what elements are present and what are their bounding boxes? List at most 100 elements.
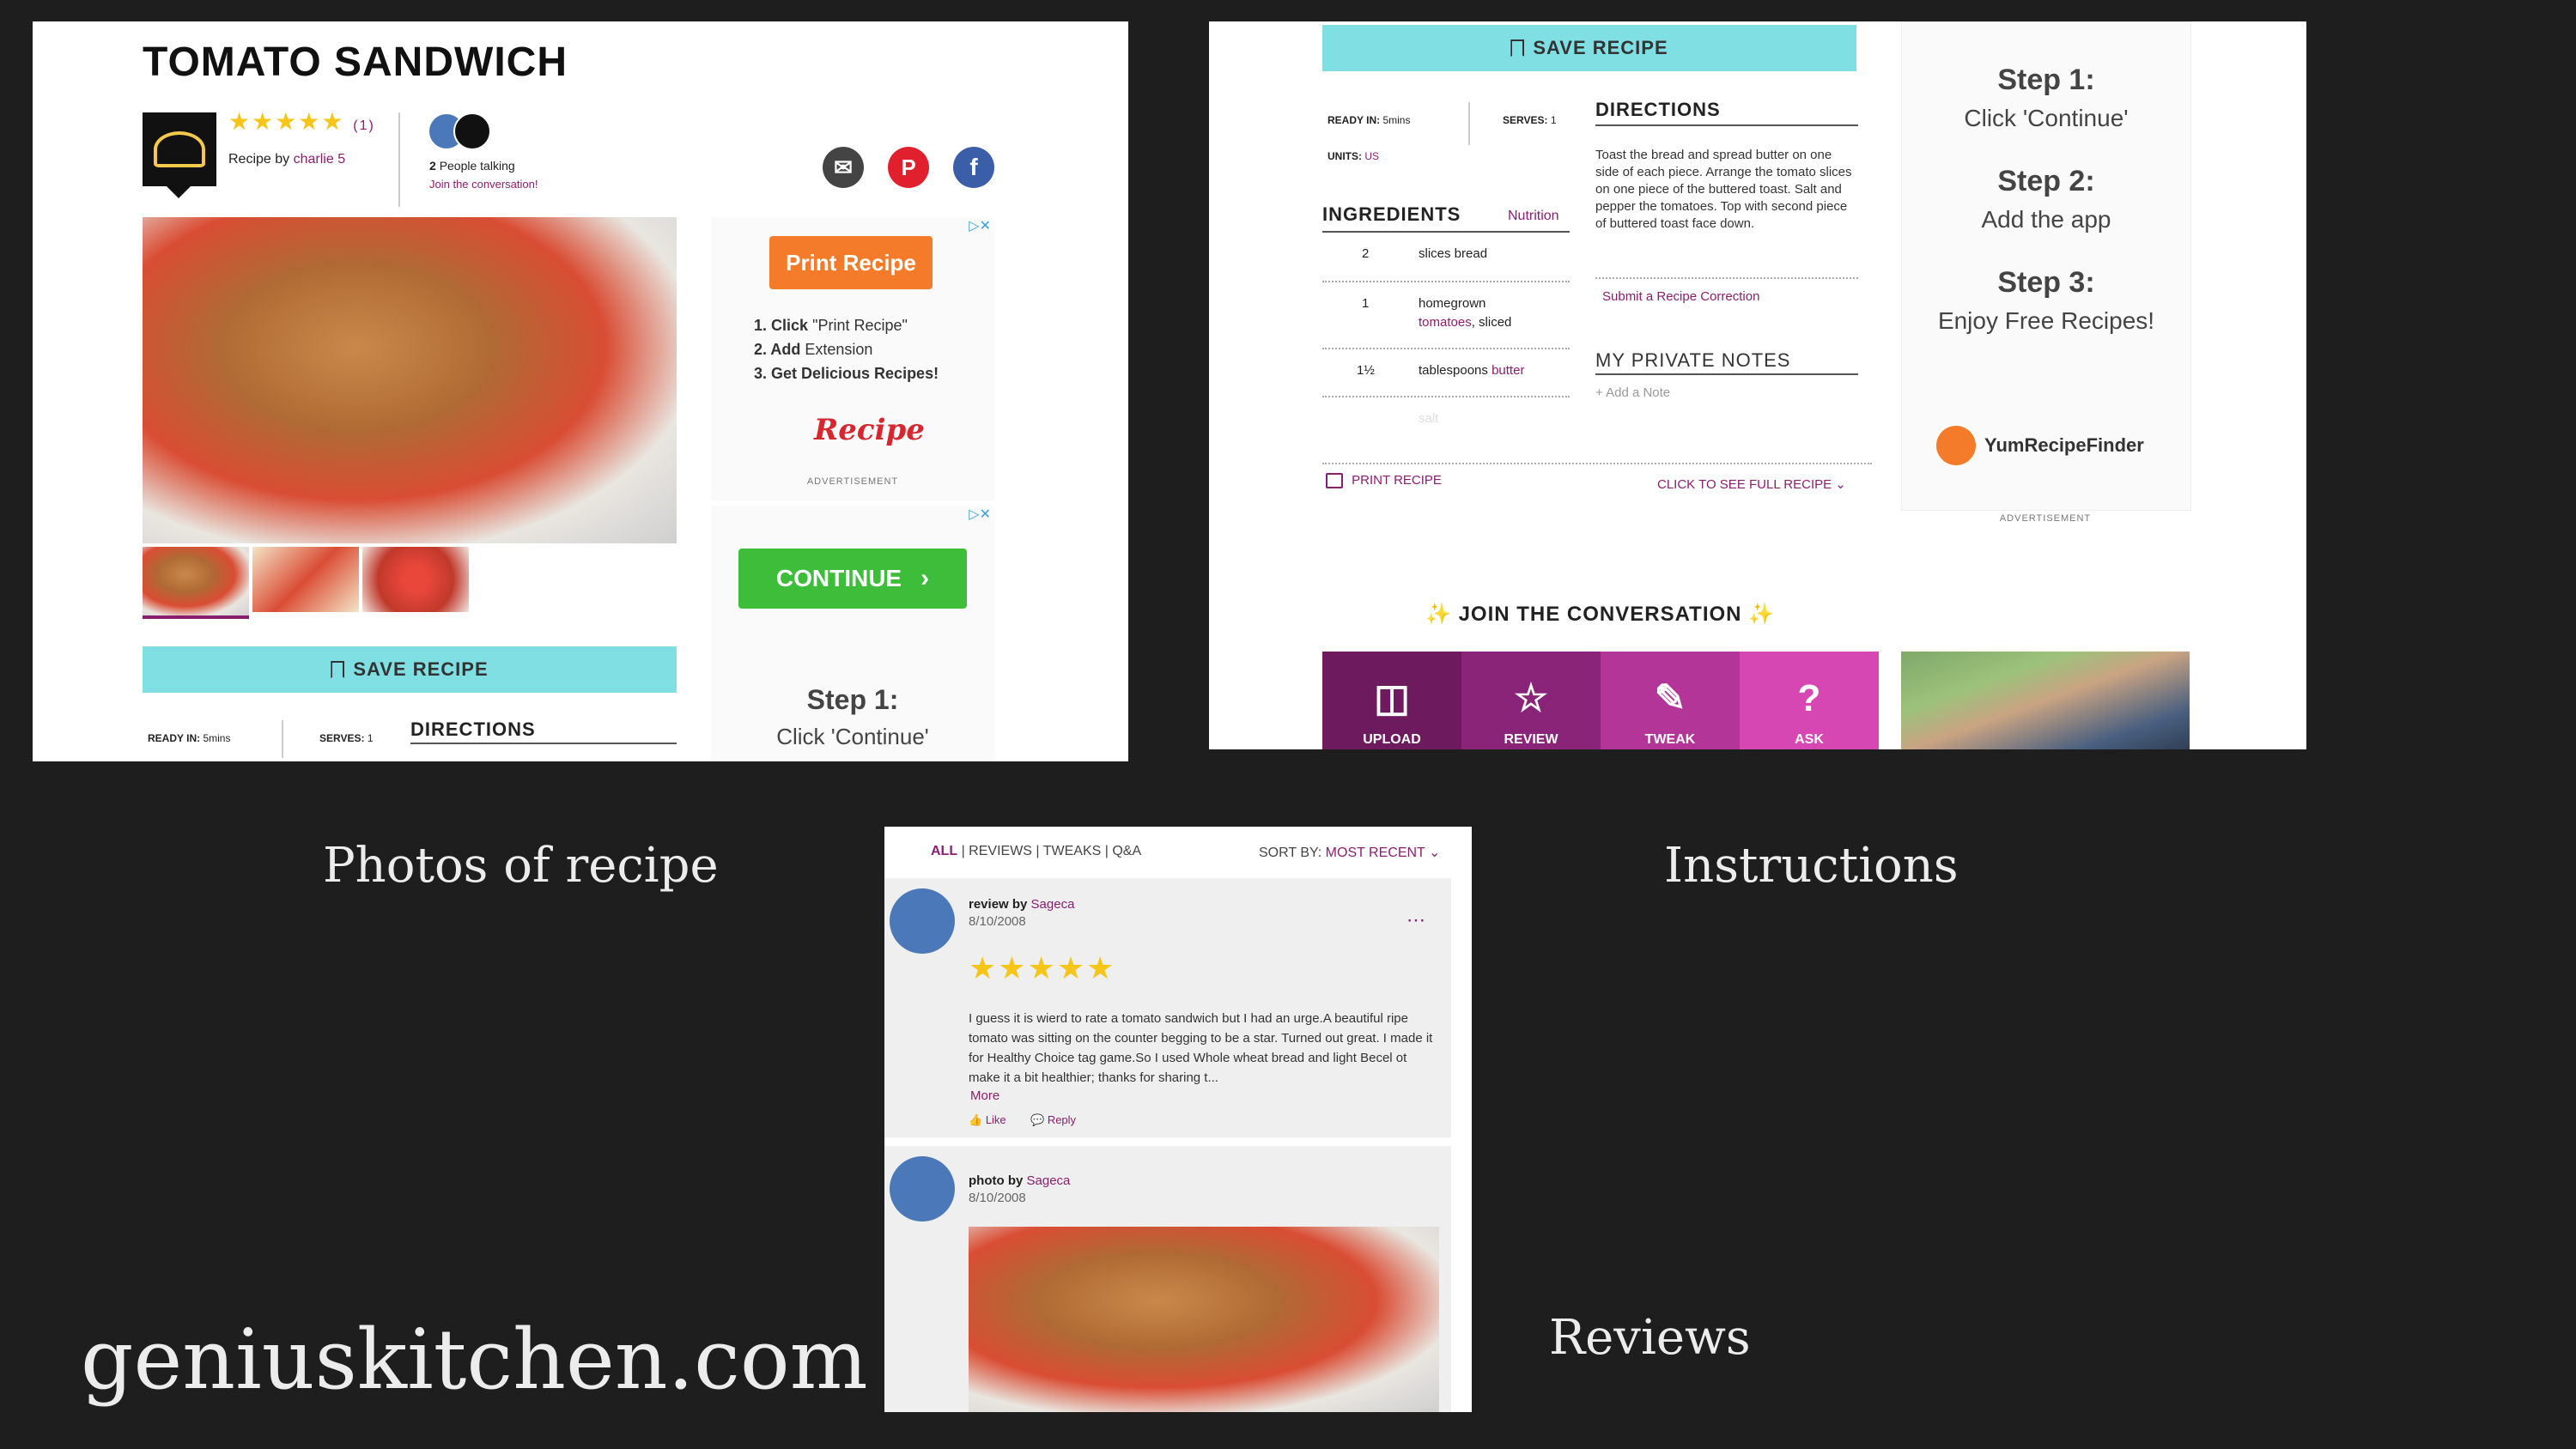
tweak-tile[interactable]: ✎ TWEAK	[1601, 652, 1740, 749]
continue-ad-button[interactable]: CONTINUE ›	[738, 549, 967, 609]
talking-label: People talking	[439, 159, 515, 173]
fork-spoon-logo-icon	[1936, 426, 1976, 465]
facebook-icon: f	[969, 154, 978, 180]
review-text: I guess it is wierd to rate a tomato san…	[969, 1011, 1433, 1085]
ad-step2-text: Add the app	[1981, 206, 2111, 233]
ask-tile[interactable]: ? ASK	[1740, 652, 1879, 749]
divider	[1322, 231, 1570, 233]
private-notes-heading: MY PRIVATE NOTES	[1595, 349, 1791, 371]
photo-meta: photo by Sageca	[969, 1173, 1070, 1188]
ad-step2-title: Step 2:	[1997, 165, 2095, 197]
join-conversation-link[interactable]: Join the conversation!	[429, 178, 538, 191]
ingredient-unit: tablespoons	[1419, 363, 1488, 378]
review-meta: review by Sageca	[969, 897, 1074, 912]
sort-by[interactable]: SORT BY: MOST RECENT ⌄	[1259, 844, 1440, 861]
print-recipe-ad-button[interactable]: Print Recipe	[769, 236, 933, 289]
units-label: UNITS:	[1327, 150, 1362, 162]
pinterest-share-button[interactable]: P	[888, 147, 929, 188]
ingredient-name: slices bread	[1419, 246, 1488, 261]
review-photo[interactable]	[969, 1227, 1439, 1412]
ready-in: READY IN: 5mins	[1327, 114, 1410, 126]
divider	[1595, 373, 1858, 375]
author-avatar-tail	[167, 186, 191, 198]
ingredient-suffix: , sliced	[1471, 315, 1512, 330]
tile-label: TWEAK	[1644, 732, 1696, 747]
photo-thumbnail[interactable]	[362, 547, 469, 612]
review-more-link[interactable]: More	[970, 1088, 999, 1103]
print-recipe-label: PRINT RECIPE	[1352, 473, 1442, 488]
photo-kind: photo by	[969, 1173, 1024, 1188]
filter-qa[interactable]: Q&A	[1112, 844, 1141, 858]
nutrition-link[interactable]: Nutrition	[1508, 209, 1559, 224]
sort-value: MOST RECENT	[1325, 846, 1425, 860]
main-recipe-photo[interactable]	[143, 217, 677, 543]
ingredient-name: tablespoons butter	[1419, 363, 1524, 378]
bookmark-icon	[1510, 39, 1525, 57]
divider-vertical	[1468, 102, 1470, 145]
reply-button[interactable]: 💬 Reply	[1030, 1113, 1076, 1127]
units: UNITS: US	[1327, 150, 1379, 162]
ingredient-link[interactable]: butter	[1492, 363, 1524, 378]
caption-instructions: Instructions	[1664, 838, 1959, 894]
side-ad: Step 1: Click 'Continue' Step 2: Add the…	[1901, 21, 2191, 511]
like-button[interactable]: 👍 Like	[969, 1113, 1006, 1127]
photographer-link[interactable]: Sageca	[1027, 1173, 1071, 1188]
reviewer-avatar[interactable]	[890, 888, 955, 954]
ingredient-second-line: tomatoes, sliced	[1419, 315, 1511, 330]
reviewer-link[interactable]: Sageca	[1031, 897, 1075, 912]
see-full-recipe-label: CLICK TO SEE FULL RECIPE	[1657, 477, 1832, 492]
chef-video-thumbnail[interactable]	[1901, 652, 2190, 749]
review-kind: review by	[969, 897, 1028, 912]
review-tile[interactable]: ☆ REVIEW	[1461, 652, 1601, 749]
talking-avatars[interactable]	[428, 112, 496, 150]
ad-choices-icon[interactable]: ▷✕	[969, 506, 991, 523]
filter-reviews[interactable]: REVIEWS	[969, 844, 1032, 858]
ready-in: READY IN: 5mins	[148, 732, 230, 744]
ingredient-qty: 2	[1362, 246, 1370, 261]
speech-bubble-icon: 💬	[1030, 1113, 1045, 1126]
continue-label: CONTINUE	[775, 565, 902, 591]
ad-steps: 1. Click "Print Recipe" 2. Add Extension…	[754, 313, 939, 385]
author-link[interactable]: charlie 5	[294, 152, 345, 167]
people-talking: 2 People talking	[429, 159, 515, 173]
filter-all[interactable]: ALL	[931, 844, 957, 858]
review-card: review by Sageca 8/10/2008 ⋯ ★★★★★ I gue…	[884, 878, 1451, 1137]
ingredient-name: homegrown	[1419, 296, 1486, 311]
units-toggle[interactable]: US	[1364, 150, 1379, 162]
author-avatar[interactable]	[143, 112, 216, 186]
save-recipe-button[interactable]: SAVE RECIPE	[1322, 25, 1856, 71]
facebook-share-button[interactable]: f	[953, 147, 994, 188]
ready-in-value: 5mins	[1382, 114, 1411, 126]
review-menu-button[interactable]: ⋯	[1406, 909, 1425, 931]
ingredient-link[interactable]: tomatoes	[1419, 315, 1472, 330]
avatar	[453, 112, 491, 150]
rating-stars[interactable]: ★★★★★ (1)	[228, 107, 375, 136]
question-icon: ?	[1797, 677, 1821, 719]
ad-choices-icon[interactable]: ▷✕	[969, 217, 991, 234]
ingredient-qty: 1½	[1357, 363, 1375, 378]
save-recipe-button[interactable]: SAVE RECIPE	[143, 646, 677, 693]
yumrecipefinder-brand[interactable]: YumRecipeFinder	[1936, 426, 2144, 465]
submit-correction-link[interactable]: Submit a Recipe Correction	[1602, 289, 1759, 304]
reviewer-avatar[interactable]	[890, 1156, 955, 1222]
ad-step1-text: Click 'Continue'	[1964, 105, 2129, 131]
filter-separator: |	[961, 844, 969, 858]
photo-thumbnail[interactable]	[143, 547, 249, 619]
serves: SERVES: 1	[1503, 114, 1557, 126]
review-filters: ALL | REVIEWS | TWEAKS | Q&A	[931, 844, 1141, 859]
join-conversation-heading: ✨ JOIN THE CONVERSATION ✨	[1425, 602, 1775, 627]
photo-thumbnail[interactable]	[252, 547, 359, 612]
star-icon: ★★★★★	[228, 108, 345, 135]
add-note-link[interactable]: + Add a Note	[1595, 385, 1670, 400]
taco-logo-icon	[154, 131, 205, 167]
rating-count: (1)	[353, 118, 375, 133]
talking-count: 2	[429, 159, 436, 173]
email-share-button[interactable]: ✉	[823, 147, 864, 188]
star-icon: ☆	[1514, 677, 1548, 719]
upload-tile[interactable]: ◫ UPLOAD	[1322, 652, 1461, 749]
printer-icon	[1326, 473, 1343, 489]
print-recipe-link[interactable]: PRINT RECIPE	[1326, 473, 1442, 489]
filter-tweaks[interactable]: TWEAKS	[1043, 844, 1102, 858]
caption-site: geniuskitchen.com	[81, 1312, 868, 1408]
see-full-recipe-link[interactable]: CLICK TO SEE FULL RECIPE ⌄	[1657, 476, 1846, 492]
